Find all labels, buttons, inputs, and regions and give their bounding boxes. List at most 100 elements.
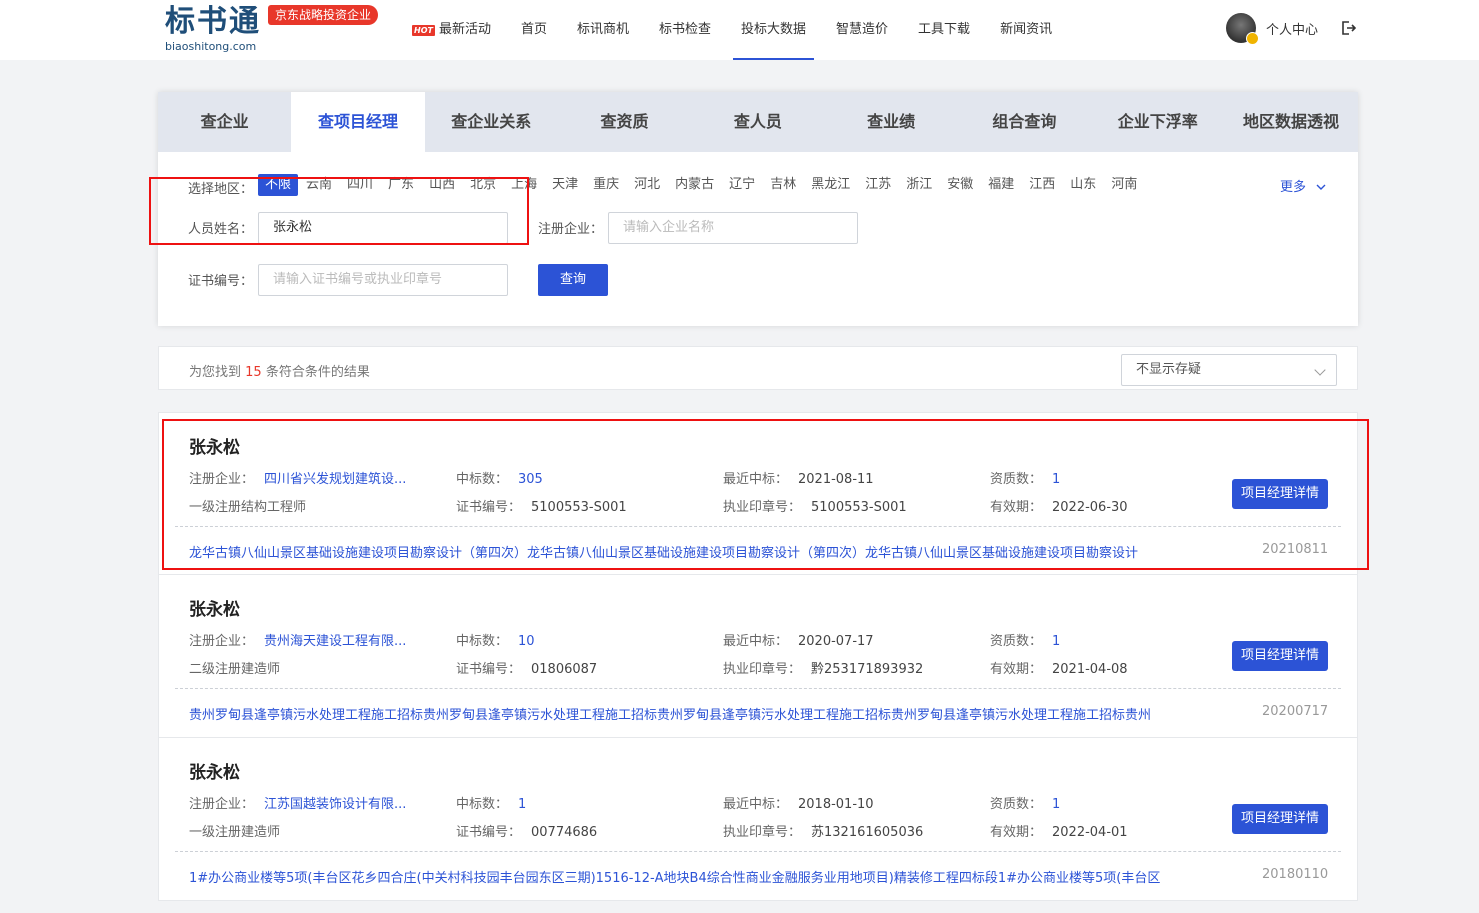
logo-domain: biaoshitong.com xyxy=(165,40,257,53)
top-navbar: 标书通 biaoshitong.com 京东战略投资企业 HOT 最新活动 首页… xyxy=(0,0,1479,60)
latest-win-field: 最近中标： 2020-07-17 xyxy=(723,630,874,649)
nav-item-latest-activity[interactable]: HOT 最新活动 xyxy=(412,0,506,60)
cert-label: 证书编号： xyxy=(188,274,254,289)
wins-field: 中标数： 1 xyxy=(456,793,526,812)
more-regions-button[interactable]: 更多 xyxy=(1280,176,1326,195)
region-option[interactable]: 浙江 xyxy=(899,174,939,196)
field-label: 证书编号： xyxy=(456,662,522,677)
tab-qualification[interactable]: 查资质 xyxy=(558,92,691,152)
valid-value: 2022-04-01 xyxy=(1052,825,1128,840)
manager-detail-button[interactable]: 项目经理详情 xyxy=(1232,804,1328,834)
company-link[interactable]: 江苏国越装饰设计有限... xyxy=(264,797,406,812)
project-date: 20180110 xyxy=(1262,867,1329,882)
tab-combined-query[interactable]: 组合查询 xyxy=(958,92,1091,152)
query-button[interactable]: 查询 xyxy=(538,264,608,296)
doubt-filter-select[interactable]: 不显示存疑 xyxy=(1121,354,1337,386)
project-link[interactable]: 1#办公商业楼等5项(丰台区花乡四合庄(中关村科技园丰台园东区三期)1516-1… xyxy=(189,867,1229,886)
nav-item-label: 首页 xyxy=(520,22,547,37)
result-summary: 为您找到 15 条符合条件的结果 xyxy=(189,361,370,380)
nav-item-bid-opportunities[interactable]: 标讯商机 xyxy=(562,0,644,60)
field-label: 有效期： xyxy=(990,662,1043,677)
nav-item-home[interactable]: 首页 xyxy=(506,0,562,60)
latest-win-value: 2020-07-17 xyxy=(798,634,874,649)
divider xyxy=(175,851,1341,852)
project-link[interactable]: 贵州罗甸县逢亭镇污水处理工程施工招标贵州罗甸县逢亭镇污水处理工程施工招标贵州罗甸… xyxy=(189,704,1229,723)
region-option[interactable]: 河南 xyxy=(1104,174,1144,196)
manager-detail-button[interactable]: 项目经理详情 xyxy=(1232,641,1328,671)
region-option[interactable]: 重庆 xyxy=(586,174,626,196)
region-option[interactable]: 江苏 xyxy=(858,174,898,196)
title-field: 二级注册建造师 xyxy=(189,662,281,677)
quals-value[interactable]: 1 xyxy=(1052,797,1060,812)
logo-text: 标书通 xyxy=(165,4,261,39)
wins-value[interactable]: 10 xyxy=(518,634,535,649)
result-bar: 为您找到 15 条符合条件的结果 不显示存疑 xyxy=(158,346,1358,390)
title-field: 一级注册建造师 xyxy=(189,825,281,840)
result-suffix: 条符合条件的结果 xyxy=(265,365,370,380)
nav-item-label: 标讯商机 xyxy=(576,22,629,37)
latest-win-field: 最近中标： 2018-01-10 xyxy=(723,793,874,812)
chevron-down-icon xyxy=(1316,184,1326,190)
region-option[interactable]: 黑龙江 xyxy=(804,174,857,196)
tab-company-relation[interactable]: 查企业关系 xyxy=(425,92,558,152)
company-field: 注册企业： 贵州海天建设工程有限... xyxy=(189,630,406,649)
field-label: 中标数： xyxy=(456,634,509,649)
region-option[interactable]: 福建 xyxy=(981,174,1021,196)
wins-field: 中标数： 10 xyxy=(456,630,535,649)
field-label: 中标数： xyxy=(456,797,509,812)
nav-item-label: 智慧造价 xyxy=(836,22,889,37)
nav-item-label: 投标大数据 xyxy=(741,22,807,37)
field-label: 执业印章号： xyxy=(723,662,802,677)
cert-input[interactable]: 请输入证书编号或执业印章号 xyxy=(258,264,508,296)
logout-icon[interactable] xyxy=(1340,20,1356,36)
region-option[interactable]: 辽宁 xyxy=(722,174,762,196)
cert-field: 证书编号： 01806087 xyxy=(456,658,597,677)
manager-name[interactable]: 张永松 xyxy=(189,758,240,783)
manager-name[interactable]: 张永松 xyxy=(189,595,240,620)
nav-item-smart-pricing[interactable]: 智慧造价 xyxy=(821,0,903,60)
quals-field: 资质数： 1 xyxy=(990,793,1060,812)
region-option[interactable]: 河北 xyxy=(627,174,667,196)
tab-personnel[interactable]: 查人员 xyxy=(691,92,824,152)
company-input[interactable]: 请输入企业名称 xyxy=(608,212,858,244)
region-option[interactable]: 天津 xyxy=(545,174,585,196)
region-option[interactable]: 安徽 xyxy=(940,174,980,196)
avatar xyxy=(1226,13,1259,45)
tab-company[interactable]: 查企业 xyxy=(158,92,291,152)
latest-win-value: 2018-01-10 xyxy=(798,797,874,812)
quals-field: 资质数： 1 xyxy=(990,630,1060,649)
logo[interactable]: 标书通 biaoshitong.com xyxy=(165,4,265,54)
region-option[interactable]: 江西 xyxy=(1022,174,1062,196)
quals-value[interactable]: 1 xyxy=(1052,634,1060,649)
valid-field: 有效期： 2021-04-08 xyxy=(990,658,1128,677)
hot-badge: HOT xyxy=(412,24,435,36)
field-label: 证书编号： xyxy=(456,825,522,840)
field-label: 注册企业： xyxy=(189,797,255,812)
region-option[interactable]: 内蒙古 xyxy=(668,174,721,196)
highlight-box-search xyxy=(149,177,529,245)
wins-value[interactable]: 1 xyxy=(518,797,526,812)
tab-discount-rate[interactable]: 企业下浮率 xyxy=(1091,92,1224,152)
nav-item-bid-big-data[interactable]: 投标大数据 xyxy=(726,0,821,60)
tab-performance[interactable]: 查业绩 xyxy=(824,92,957,152)
nav-item-label: 最新活动 xyxy=(438,22,491,37)
tab-project-manager[interactable]: 查项目经理 xyxy=(291,92,425,152)
result-card: 张永松 注册企业： 江苏国越装饰设计有限... 中标数： 1 最近中标： 2018-0… xyxy=(158,738,1358,901)
region-option[interactable]: 山东 xyxy=(1063,174,1103,196)
nav-item-tool-download[interactable]: 工具下载 xyxy=(903,0,985,60)
highlight-box-first-result xyxy=(162,419,1369,570)
tab-region-data[interactable]: 地区数据透视 xyxy=(1224,92,1357,152)
field-label: 最近中标： xyxy=(723,634,789,649)
nav-item-news[interactable]: 新闻资讯 xyxy=(985,0,1067,60)
nav-item-label: 工具下载 xyxy=(918,22,971,37)
cert-value: 00774686 xyxy=(531,825,598,840)
divider xyxy=(175,688,1341,689)
user-center[interactable]: 个人中心 xyxy=(1226,13,1318,45)
company-link[interactable]: 贵州海天建设工程有限... xyxy=(264,634,406,649)
nav-item-bid-check[interactable]: 标书检查 xyxy=(644,0,726,60)
result-count: 15 xyxy=(245,365,262,380)
result-prefix: 为您找到 xyxy=(189,365,242,380)
seal-field: 执业印章号： 苏132161605036 xyxy=(723,821,923,840)
project-date: 20200717 xyxy=(1262,704,1329,719)
region-option[interactable]: 吉林 xyxy=(763,174,803,196)
